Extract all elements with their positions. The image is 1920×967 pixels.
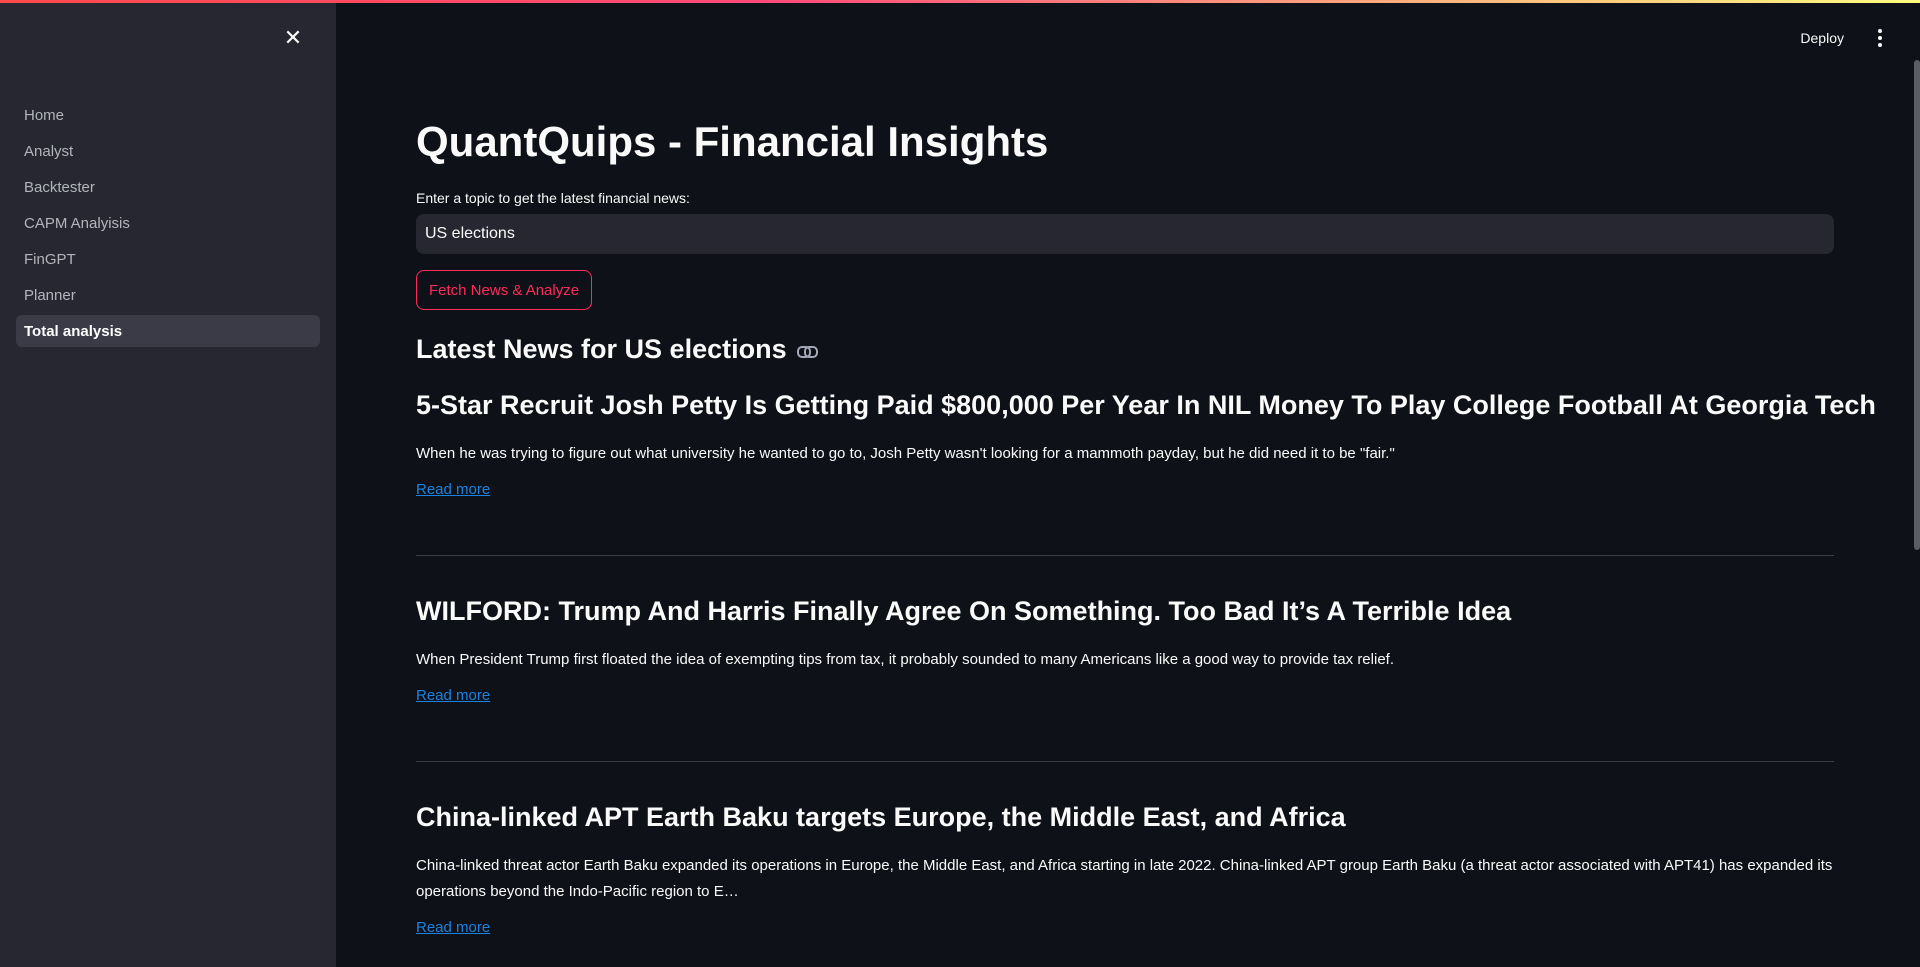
sidebar-item-planner[interactable]: Planner [16, 279, 320, 311]
read-more-link[interactable]: Read more [416, 687, 490, 704]
sidebar-item-total-analysis[interactable]: Total analysis [16, 315, 320, 347]
topic-input-label: Enter a topic to get the latest financia… [416, 190, 690, 206]
close-icon[interactable]: ✕ [281, 25, 305, 50]
news-heading-text: Latest News for US elections [416, 334, 787, 364]
divider [416, 761, 1834, 762]
news-article: WILFORD: Trump And Harris Finally Agree … [416, 596, 1834, 705]
page-title: QuantQuips - Financial Insights [416, 118, 1049, 165]
article-title: WILFORD: Trump And Harris Finally Agree … [416, 596, 1512, 626]
main-content: QuantQuips - Financial Insights Enter a … [416, 0, 1876, 967]
sidebar-item-fingpt[interactable]: FinGPT [16, 243, 320, 275]
fetch-news-button[interactable]: Fetch News & Analyze [416, 270, 593, 310]
article-description: When President Trump first floated the i… [416, 651, 1394, 668]
news-article: 5-Star Recruit Josh Petty Is Getting Pai… [416, 390, 1876, 499]
divider [416, 555, 1834, 556]
article-title: China-linked APT Earth Baku targets Euro… [416, 802, 1346, 832]
scrollbar[interactable] [1914, 60, 1920, 550]
sidebar-item-home[interactable]: Home [16, 99, 320, 131]
read-more-link[interactable]: Read more [416, 919, 490, 936]
read-more-link[interactable]: Read more [416, 481, 490, 498]
sidebar-item-backtester[interactable]: Backtester [16, 171, 320, 203]
top-decoration-bar [0, 0, 1920, 3]
news-heading: Latest News for US elections [416, 334, 818, 365]
sidebar-nav: Home Analyst Backtester CAPM Analyisis F… [16, 99, 320, 351]
sidebar-item-analyst[interactable]: Analyst [16, 135, 320, 167]
news-article: China-linked APT Earth Baku targets Euro… [416, 802, 1834, 937]
article-title: 5-Star Recruit Josh Petty Is Getting Pai… [416, 390, 1876, 420]
sidebar: ✕ Home Analyst Backtester CAPM Analyisis… [0, 0, 336, 967]
anchor-link-icon[interactable] [796, 343, 818, 358]
article-description: China-linked threat actor Earth Baku exp… [416, 857, 1833, 900]
kebab-menu-icon[interactable] [1870, 26, 1890, 50]
sidebar-item-capm-analysis[interactable]: CAPM Analyisis [16, 207, 320, 239]
article-description: When he was trying to figure out what un… [416, 445, 1395, 462]
topic-input[interactable] [416, 214, 1834, 254]
